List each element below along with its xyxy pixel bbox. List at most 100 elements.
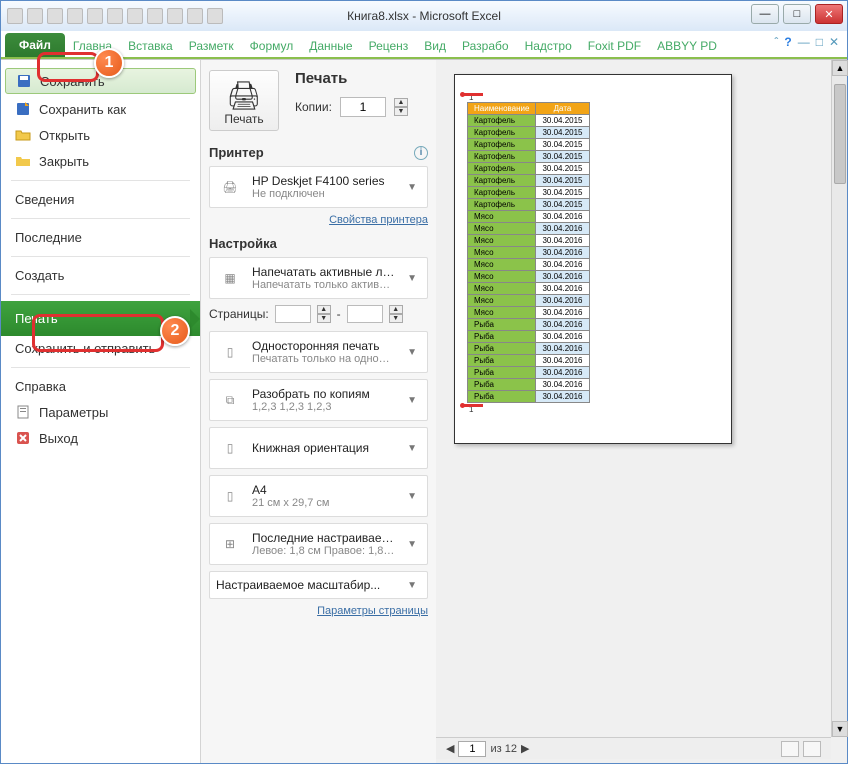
options-icon xyxy=(15,404,31,420)
page-to-spinner[interactable]: ▲▼ xyxy=(389,305,403,323)
ribbon-tabs: Файл Главна Вставка Разметк Формул Данны… xyxy=(1,31,847,59)
setting-print-what[interactable]: ▦ Напечатать активные листы Напечатать т… xyxy=(209,257,428,299)
window-min-icon[interactable]: — xyxy=(798,35,810,49)
printer-status: Не подключен xyxy=(252,188,395,200)
table-row: Мясо30.04.2016 xyxy=(468,307,590,319)
qat-icon[interactable] xyxy=(167,8,183,24)
tab-formulas[interactable]: Формул xyxy=(242,35,302,57)
qat-icon[interactable] xyxy=(87,8,103,24)
qat-icon[interactable] xyxy=(127,8,143,24)
portrait-icon: ▯ xyxy=(216,434,244,462)
preview-scrollbar[interactable]: ▲ ▼ xyxy=(831,60,847,737)
nav-exit[interactable]: Выход xyxy=(1,425,200,451)
close-folder-icon xyxy=(15,153,31,169)
window-restore-icon[interactable]: □ xyxy=(816,35,823,49)
qat-dropdown-icon[interactable] xyxy=(207,8,223,24)
preview-page: 1 Наименование Дата Картофель30.04.2015К… xyxy=(454,74,732,444)
scroll-down-icon[interactable]: ▼ xyxy=(832,721,848,737)
maximize-button[interactable]: □ xyxy=(783,4,811,24)
tab-review[interactable]: Реценз xyxy=(361,35,417,57)
print-button[interactable]: 🖨 Печать xyxy=(209,70,279,131)
open-icon xyxy=(15,127,31,143)
nav-help[interactable]: Справка xyxy=(1,374,200,399)
table-row: Картофель30.04.2015 xyxy=(468,187,590,199)
prev-page-button[interactable]: ◀ xyxy=(446,742,454,755)
page-setup-link[interactable]: Параметры страницы xyxy=(209,605,428,617)
tab-view[interactable]: Вид xyxy=(416,35,454,57)
redo-icon[interactable] xyxy=(67,8,83,24)
tab-addins[interactable]: Надстро xyxy=(517,35,580,57)
table-row: Рыба30.04.2016 xyxy=(468,343,590,355)
minimize-button[interactable]: — xyxy=(751,4,779,24)
page-from-input[interactable] xyxy=(275,305,311,323)
qat-icon[interactable] xyxy=(107,8,123,24)
help-icon[interactable]: ? xyxy=(784,35,791,49)
settings-section-label: Настройка xyxy=(209,236,277,251)
nav-options[interactable]: Параметры xyxy=(1,399,200,425)
copies-input[interactable] xyxy=(340,97,386,117)
page-total-label: из 12 xyxy=(490,743,516,755)
setting-sides[interactable]: ▯ Односторонняя печать Печатать только н… xyxy=(209,331,428,373)
info-icon[interactable]: i xyxy=(414,146,428,160)
minimize-ribbon-icon[interactable]: ˆ xyxy=(774,35,778,49)
nav-print[interactable]: Печать xyxy=(1,301,200,336)
nav-new[interactable]: Создать xyxy=(1,263,200,288)
tab-home[interactable]: Главна xyxy=(65,35,120,57)
page-header-num: 1 xyxy=(469,93,721,102)
nav-print-label: Печать xyxy=(15,311,58,326)
table-row: Рыба30.04.2016 xyxy=(468,391,590,403)
zoom-to-page-button[interactable] xyxy=(803,741,821,757)
nav-save-as[interactable]: Сохранить как xyxy=(1,96,200,122)
tab-foxit[interactable]: Foxit PDF xyxy=(580,35,649,57)
scroll-up-icon[interactable]: ▲ xyxy=(832,60,848,76)
nav-share[interactable]: Сохранить и отправить xyxy=(1,336,200,361)
tab-file[interactable]: Файл xyxy=(5,33,65,57)
nav-save-as-label: Сохранить как xyxy=(39,102,126,117)
nav-save[interactable]: Сохранить xyxy=(5,68,196,94)
nav-close[interactable]: Закрыть xyxy=(1,148,200,174)
page-to-input[interactable] xyxy=(347,305,383,323)
backstage-view: Сохранить Сохранить как Открыть Закрыть … xyxy=(1,59,847,763)
tab-insert[interactable]: Вставка xyxy=(120,35,181,57)
setting-margins[interactable]: ⊞ Последние настраиваемые ... Левое: 1,8… xyxy=(209,523,428,565)
window-title: Книга8.xlsx - Microsoft Excel xyxy=(347,9,501,23)
nav-recent-label: Последние xyxy=(15,230,82,245)
nav-open[interactable]: Открыть xyxy=(1,122,200,148)
copies-spinner[interactable]: ▲▼ xyxy=(394,98,408,116)
nav-info[interactable]: Сведения xyxy=(1,187,200,212)
nav-recent[interactable]: Последние xyxy=(1,225,200,250)
tab-layout[interactable]: Разметк xyxy=(181,35,242,57)
tab-developer[interactable]: Разрабо xyxy=(454,35,517,57)
page-footer-num: 1 xyxy=(469,405,721,414)
setting-collate[interactable]: ⧉ Разобрать по копиям 1,2,3 1,2,3 1,2,3 … xyxy=(209,379,428,421)
qat-icon[interactable] xyxy=(187,8,203,24)
next-page-button[interactable]: ▶ xyxy=(521,742,529,755)
printer-properties-link[interactable]: Свойства принтера xyxy=(209,214,428,226)
show-margins-button[interactable] xyxy=(781,741,799,757)
setting-orientation[interactable]: ▯ Книжная ориентация ▼ xyxy=(209,427,428,469)
sheets-icon: ▦ xyxy=(216,264,244,292)
titlebar: Книга8.xlsx - Microsoft Excel — □ ✕ xyxy=(1,1,847,31)
excel-icon xyxy=(7,8,23,24)
setting-scaling[interactable]: Настраиваемое масштабир... ▼ xyxy=(209,571,428,599)
nav-exit-label: Выход xyxy=(39,431,78,446)
save-icon[interactable] xyxy=(27,8,43,24)
table-row: Картофель30.04.2015 xyxy=(468,127,590,139)
nav-save-label: Сохранить xyxy=(40,74,105,89)
chevron-down-icon: ▼ xyxy=(403,539,421,550)
page-from-spinner[interactable]: ▲▼ xyxy=(317,305,331,323)
page-current-input[interactable] xyxy=(458,741,486,757)
qat-icon[interactable] xyxy=(147,8,163,24)
undo-icon[interactable] xyxy=(47,8,63,24)
printer-selector[interactable]: 🖨 HP Deskjet F4100 series Не подключен ▼ xyxy=(209,166,428,208)
tab-data[interactable]: Данные xyxy=(301,35,360,57)
scroll-thumb[interactable] xyxy=(834,84,846,184)
close-button[interactable]: ✕ xyxy=(815,4,843,24)
table-row: Картофель30.04.2015 xyxy=(468,163,590,175)
table-row: Мясо30.04.2016 xyxy=(468,247,590,259)
setting-paper-size[interactable]: ▯ A4 21 см x 29,7 см ▼ xyxy=(209,475,428,517)
window-close-icon[interactable]: ✕ xyxy=(829,35,839,49)
tab-abbyy[interactable]: ABBYY PD xyxy=(649,35,725,57)
print-title: Печать xyxy=(295,70,428,87)
preview-table: Наименование Дата Картофель30.04.2015Кар… xyxy=(467,102,590,403)
